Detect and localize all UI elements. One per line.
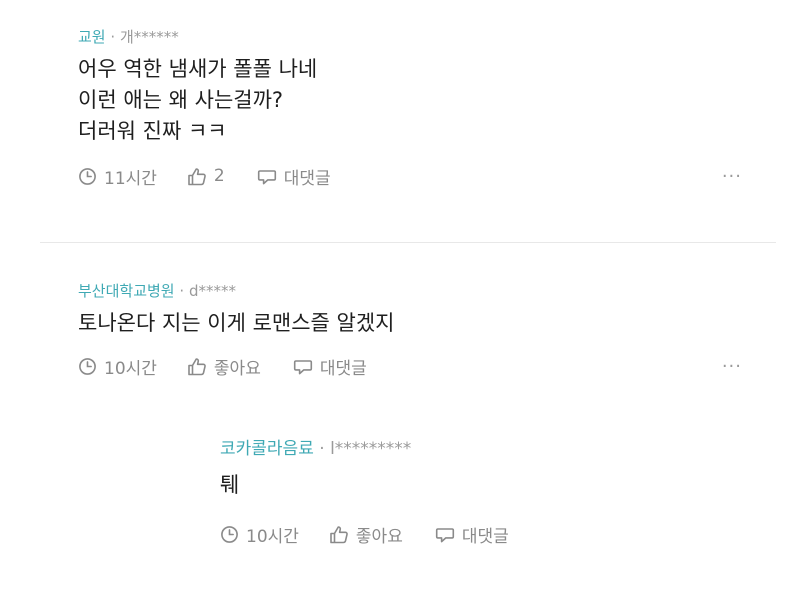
speech-bubble-icon bbox=[293, 359, 312, 374]
like-button[interactable]: 좋아요 bbox=[329, 522, 403, 547]
more-options-icon[interactable]: ··· bbox=[722, 356, 742, 377]
speech-bubble-icon bbox=[435, 527, 454, 542]
comment-line: 퉤 bbox=[220, 473, 240, 497]
comment-body: 어우 역한 냄새가 폴폴 나네 이런 애는 왜 사는걸까? 더러워 진짜 ㅋㅋ bbox=[78, 54, 758, 147]
reply-label: 대댓글 bbox=[319, 358, 367, 379]
comment-line: 어우 역한 냄새가 폴폴 나네 bbox=[78, 57, 318, 81]
timestamp: 10시간 bbox=[220, 522, 299, 547]
thumbs-up-icon bbox=[330, 525, 348, 543]
like-label: 좋아요 bbox=[355, 526, 403, 547]
speech-bubble-icon bbox=[257, 169, 276, 184]
meta-separator: · bbox=[319, 439, 325, 459]
clock-icon bbox=[79, 167, 96, 185]
clock-icon bbox=[79, 357, 96, 375]
like-button[interactable]: 좋아요 bbox=[187, 354, 261, 379]
clock-icon bbox=[221, 525, 238, 543]
reply-button[interactable]: 대댓글 bbox=[435, 522, 509, 547]
comment-handle: 개****** bbox=[119, 28, 179, 46]
comment-handle: l********* bbox=[330, 439, 412, 459]
comment-actions: 10시간 좋아요 대댓글 bbox=[220, 521, 740, 547]
timestamp: 11시간 bbox=[78, 164, 157, 189]
comment-meta: 코카콜라음료 · l********* bbox=[220, 438, 740, 460]
thumbs-up-icon bbox=[188, 357, 206, 375]
comment-body: 퉤 bbox=[220, 470, 740, 501]
like-label: 좋아요 bbox=[213, 358, 261, 379]
comment-line: 토나온다 지는 이게 로맨스즐 알겠지 bbox=[78, 311, 395, 335]
meta-separator: · bbox=[179, 282, 185, 300]
comment-author[interactable]: 코카콜라음료 bbox=[220, 439, 314, 459]
comment-body: 토나온다 지는 이게 로맨스즐 알겠지 bbox=[78, 308, 758, 339]
reply-label: 대댓글 bbox=[283, 168, 331, 189]
comment-1: 교원 · 개****** 어우 역한 냄새가 폴폴 나네 이런 애는 왜 사는걸… bbox=[78, 26, 758, 189]
timestamp-label: 10시간 bbox=[104, 358, 157, 379]
meta-separator: · bbox=[110, 28, 116, 46]
comment-line: 더러워 진짜 ㅋㅋ bbox=[78, 119, 227, 143]
thumbs-up-icon bbox=[188, 167, 206, 185]
comment-meta: 부산대학교병원 · d***** bbox=[78, 280, 758, 302]
comment-handle: d***** bbox=[188, 282, 236, 300]
comment-actions: 11시간 2 대댓글 ··· bbox=[78, 163, 758, 189]
reply-label: 대댓글 bbox=[461, 526, 509, 547]
like-button[interactable]: 2 bbox=[187, 166, 225, 186]
timestamp: 10시간 bbox=[78, 354, 157, 379]
comment-author[interactable]: 교원 bbox=[78, 28, 106, 46]
reply-button[interactable]: 대댓글 bbox=[293, 354, 367, 379]
like-count: 2 bbox=[213, 166, 225, 186]
comment-actions: 10시간 좋아요 대댓글 ··· bbox=[78, 353, 758, 379]
reply-button[interactable]: 대댓글 bbox=[257, 164, 331, 189]
comment-author[interactable]: 부산대학교병원 bbox=[78, 282, 175, 300]
timestamp-label: 11시간 bbox=[104, 168, 157, 189]
comment-divider bbox=[40, 242, 776, 243]
reply-comment: 코카콜라음료 · l********* 퉤 10시간 좋아요 대댓글 bbox=[220, 438, 740, 547]
comment-meta: 교원 · 개****** bbox=[78, 26, 758, 48]
timestamp-label: 10시간 bbox=[246, 526, 299, 547]
comment-line: 이런 애는 왜 사는걸까? bbox=[78, 88, 284, 112]
more-options-icon[interactable]: ··· bbox=[722, 166, 742, 187]
comment-2: 부산대학교병원 · d***** 토나온다 지는 이게 로맨스즐 알겠지 10시… bbox=[78, 280, 758, 379]
